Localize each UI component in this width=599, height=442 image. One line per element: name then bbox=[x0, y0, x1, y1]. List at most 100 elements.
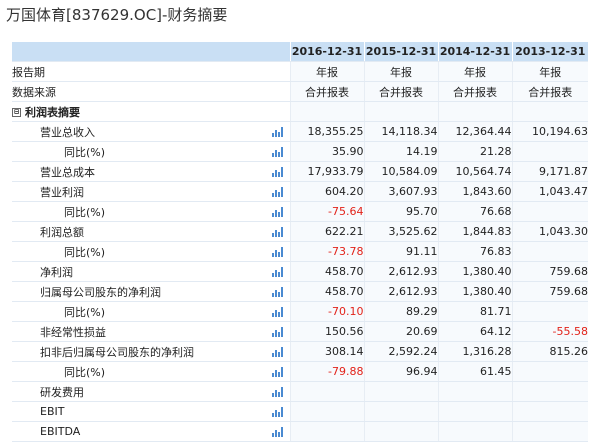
chart-icon-cell[interactable] bbox=[266, 421, 290, 442]
value-cell: 1,316.28 bbox=[437, 341, 512, 362]
value-cell: 1,380.40 bbox=[437, 261, 512, 282]
bar-chart-icon[interactable] bbox=[271, 247, 284, 257]
value-cell: 81.71 bbox=[437, 301, 512, 322]
value-cell bbox=[289, 421, 364, 442]
row-label-cell: 营业总收入 bbox=[12, 121, 266, 142]
chart-icon-cell bbox=[266, 81, 290, 102]
row-label: 营业总收入 bbox=[40, 125, 95, 139]
chart-icon-cell bbox=[266, 61, 290, 82]
bar-chart-icon[interactable] bbox=[271, 327, 284, 337]
value-cell bbox=[363, 381, 438, 402]
row-label-cell: 同比(%) bbox=[12, 141, 266, 162]
column-header[interactable]: 2015-12-31 bbox=[363, 42, 438, 62]
value-cell: 10,194.63 bbox=[511, 121, 588, 142]
column-header[interactable]: 2016-12-31 bbox=[289, 42, 364, 62]
row-label-cell: 研发费用 bbox=[12, 381, 266, 402]
value-cell bbox=[289, 401, 364, 422]
column-header[interactable]: 2014-12-31 bbox=[437, 42, 512, 62]
chart-icon-cell[interactable] bbox=[266, 201, 290, 222]
value-cell bbox=[511, 421, 588, 442]
table-row: 同比(%) 35.90 14.19 21.28 bbox=[12, 141, 588, 162]
financial-summary-table: 2016-12-31 2015-12-31 2014-12-31 2013-12… bbox=[12, 42, 588, 442]
bar-chart-icon[interactable] bbox=[271, 227, 284, 237]
chart-icon-cell[interactable] bbox=[266, 281, 290, 302]
value-cell: 合并报表 bbox=[511, 81, 588, 102]
bar-chart-icon[interactable] bbox=[271, 407, 284, 417]
value-cell: 9,171.87 bbox=[511, 161, 588, 182]
row-label: 同比(%) bbox=[64, 205, 106, 219]
table-row: 净利润 458.70 2,612.93 1,380.40 759.68 bbox=[12, 261, 588, 282]
row-label-cell: 同比(%) bbox=[12, 241, 266, 262]
header-blank bbox=[12, 42, 266, 62]
page-title: 万国体育[837629.OC]-财务摘要 bbox=[6, 6, 228, 24]
bar-chart-icon[interactable] bbox=[271, 127, 284, 137]
chart-icon-cell[interactable] bbox=[266, 321, 290, 342]
row-label-cell: 报告期 bbox=[12, 61, 266, 82]
chart-icon-cell[interactable] bbox=[266, 141, 290, 162]
value-cell: 2,612.93 bbox=[363, 261, 438, 282]
value-cell: 年报 bbox=[511, 61, 588, 82]
table-row: EBITDA bbox=[12, 421, 588, 442]
row-label-cell: EBITDA bbox=[12, 421, 266, 442]
value-cell bbox=[437, 381, 512, 402]
table-body: 报告期 年报 年报 年报 年报 数据来源 合并报表 合并报表 合并报表 合并报表 ⊟ 利润表摘要 营业总… bbox=[12, 61, 588, 442]
value-cell: 458.70 bbox=[289, 281, 364, 302]
chart-icon-cell[interactable] bbox=[266, 301, 290, 322]
value-cell: 合并报表 bbox=[437, 81, 512, 102]
row-label: 同比(%) bbox=[64, 245, 106, 259]
bar-chart-icon[interactable] bbox=[271, 147, 284, 157]
bar-chart-icon[interactable] bbox=[271, 307, 284, 317]
chart-icon-cell[interactable] bbox=[266, 401, 290, 422]
column-header[interactable]: 2013-12-31 bbox=[511, 42, 588, 62]
bar-chart-icon[interactable] bbox=[271, 267, 284, 277]
table-row: 同比(%) -75.64 95.70 76.68 bbox=[12, 201, 588, 222]
value-cell: 1,380.40 bbox=[437, 281, 512, 302]
row-label-cell: 归属母公司股东的净利润 bbox=[12, 281, 266, 302]
value-cell: 合并报表 bbox=[363, 81, 438, 102]
bar-chart-icon[interactable] bbox=[271, 167, 284, 177]
chart-icon-cell[interactable] bbox=[266, 261, 290, 282]
bar-chart-icon[interactable] bbox=[271, 187, 284, 197]
chart-icon-cell[interactable] bbox=[266, 121, 290, 142]
header-blank-icon-col bbox=[266, 42, 290, 62]
bar-chart-icon[interactable] bbox=[271, 427, 284, 437]
bar-chart-icon[interactable] bbox=[271, 387, 284, 397]
value-cell bbox=[511, 361, 588, 382]
value-cell: 76.68 bbox=[437, 201, 512, 222]
value-cell: 35.90 bbox=[289, 141, 364, 162]
row-label: 净利润 bbox=[40, 265, 73, 279]
value-cell: 合并报表 bbox=[289, 81, 364, 102]
value-cell: 18,355.25 bbox=[289, 121, 364, 142]
row-label: 营业利润 bbox=[40, 185, 84, 199]
chart-icon-cell[interactable] bbox=[266, 341, 290, 362]
value-cell bbox=[437, 401, 512, 422]
chart-icon-cell[interactable] bbox=[266, 181, 290, 202]
chart-icon-cell[interactable] bbox=[266, 221, 290, 242]
value-cell bbox=[363, 401, 438, 422]
value-cell: 622.21 bbox=[289, 221, 364, 242]
value-cell bbox=[437, 421, 512, 442]
value-cell bbox=[511, 141, 588, 162]
value-cell: 年报 bbox=[437, 61, 512, 82]
row-label-cell: 扣非后归属母公司股东的净利润 bbox=[12, 341, 266, 362]
chart-icon-cell[interactable] bbox=[266, 361, 290, 382]
chart-icon-cell[interactable] bbox=[266, 241, 290, 262]
chart-icon-cell[interactable] bbox=[266, 161, 290, 182]
bar-chart-icon[interactable] bbox=[271, 207, 284, 217]
row-label: 同比(%) bbox=[64, 305, 106, 319]
value-cell: 3,607.93 bbox=[363, 181, 438, 202]
table-row: 扣非后归属母公司股东的净利润 308.14 2,592.24 1,316.28 815.… bbox=[12, 341, 588, 362]
bar-chart-icon[interactable] bbox=[271, 367, 284, 377]
collapse-icon[interactable]: ⊟ bbox=[12, 108, 21, 117]
value-cell: 10,584.09 bbox=[363, 161, 438, 182]
value-cell: -70.10 bbox=[289, 301, 364, 322]
value-cell: -75.64 bbox=[289, 201, 364, 222]
value-cell: 95.70 bbox=[363, 201, 438, 222]
row-label: 同比(%) bbox=[64, 365, 106, 379]
row-label-cell: 净利润 bbox=[12, 261, 266, 282]
bar-chart-icon[interactable] bbox=[271, 347, 284, 357]
row-label: 利润总额 bbox=[40, 225, 84, 239]
bar-chart-icon[interactable] bbox=[271, 287, 284, 297]
chart-icon-cell[interactable] bbox=[266, 381, 290, 402]
row-label: 利润表摘要 bbox=[25, 105, 80, 119]
